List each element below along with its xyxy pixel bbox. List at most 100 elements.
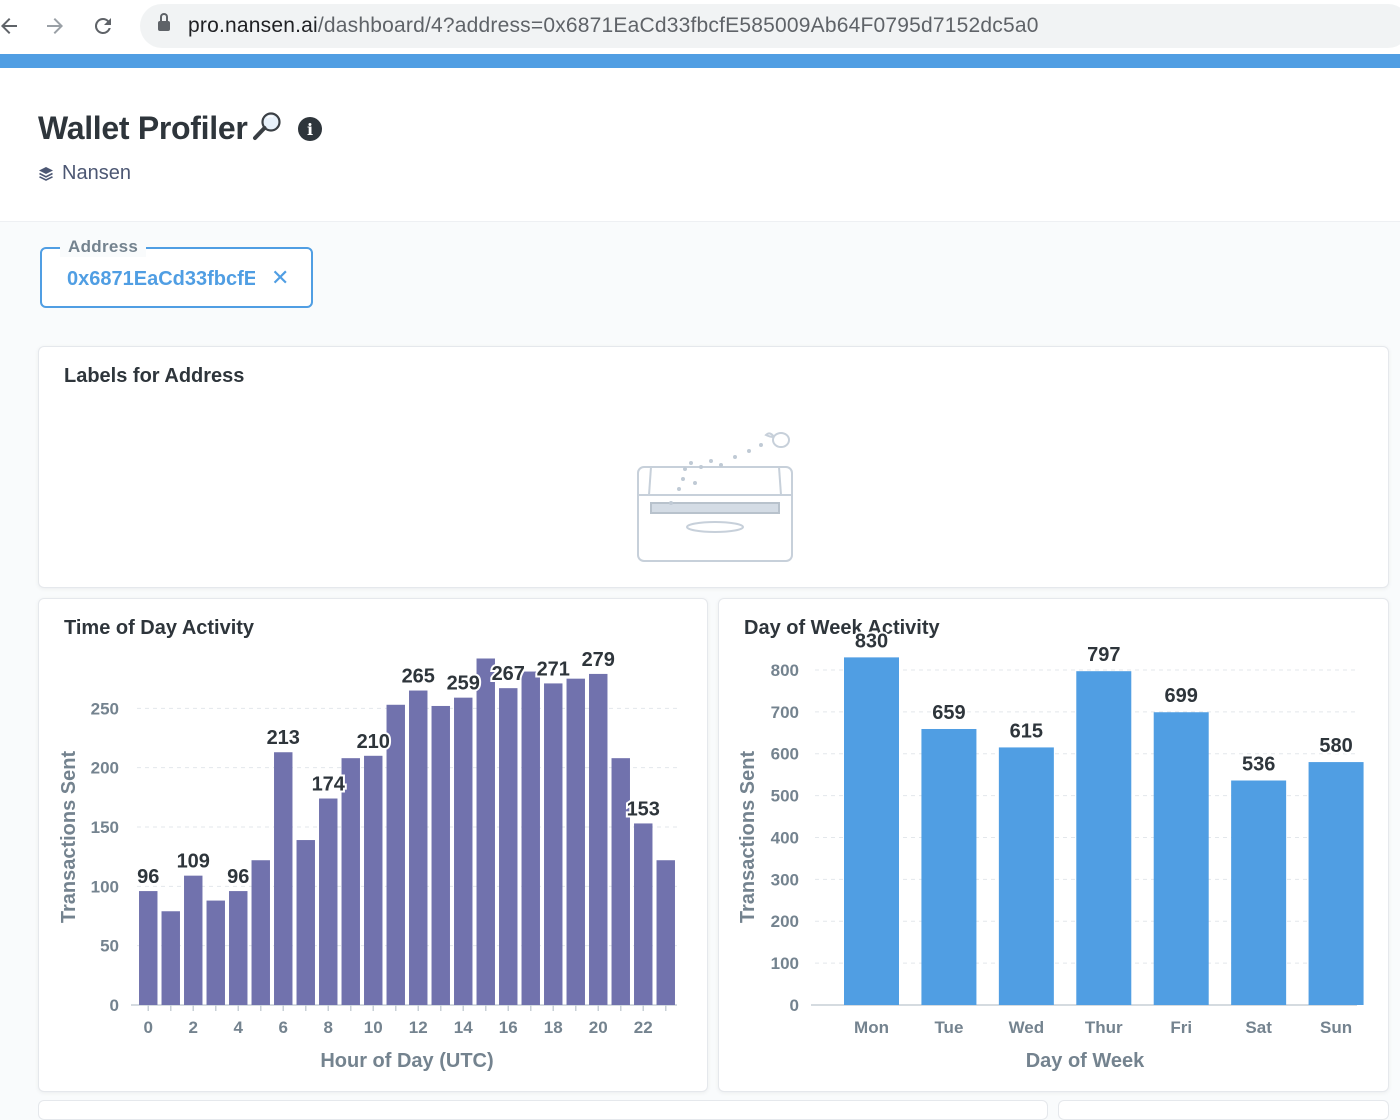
x-tick-label: 10 [364, 1018, 383, 1037]
browser-toolbar: pro.nansen.ai/dashboard/4?address=0x6871… [0, 0, 1400, 54]
x-tick-label: 20 [589, 1018, 608, 1037]
lock-icon [158, 13, 170, 32]
y-tick-label: 600 [771, 745, 799, 764]
time-bar [229, 891, 248, 1005]
time-bar [431, 705, 450, 1005]
time-bar [476, 658, 495, 1005]
data-label: 267 [492, 663, 525, 685]
data-label: 699 [1165, 685, 1198, 707]
address-filter[interactable]: Address 0x6871EaCd33fbcfE585009Ab64F0795… [40, 237, 313, 308]
data-label: 659 [932, 702, 965, 724]
x-axis-title: Hour of Day (UTC) [320, 1050, 493, 1072]
y-tick-label: 800 [771, 661, 799, 680]
data-label: 536 [1242, 754, 1275, 776]
x-tick-label: Sun [1320, 1018, 1352, 1037]
x-tick-label: Thur [1085, 1018, 1123, 1037]
y-tick-label: 150 [91, 818, 119, 837]
info-circle-icon[interactable]: i [298, 117, 322, 141]
filter-value[interactable]: 0x6871EaCd33fbcfE585009Ab64F0795d7152dc5… [67, 268, 255, 291]
x-tick-label: 12 [409, 1018, 428, 1037]
collection-link[interactable]: Nansen [38, 162, 131, 185]
page-title: Wallet Profiler [38, 110, 248, 146]
time-bar [499, 688, 518, 1005]
labels-card-title: Labels for Address [64, 365, 245, 387]
x-tick-label: 14 [454, 1018, 473, 1037]
data-label: 615 [1010, 720, 1043, 742]
time-bar [454, 697, 473, 1005]
time-bar [319, 798, 338, 1005]
data-label: 210 [357, 731, 390, 753]
day-bar [1153, 712, 1209, 1005]
time-bar [274, 752, 293, 1005]
y-tick-label: 200 [771, 912, 799, 931]
data-label: 265 [402, 666, 435, 688]
y-tick-label: 100 [91, 877, 119, 896]
time-bar [206, 900, 225, 1005]
labels-card: Labels for Address [38, 346, 1389, 588]
time-bar [409, 690, 428, 1005]
day-bar [1308, 762, 1364, 1005]
collection-name: Nansen [62, 162, 131, 184]
x-tick-label: 0 [144, 1018, 153, 1037]
data-label: 174 [312, 774, 346, 796]
x-tick-label: 4 [234, 1018, 244, 1037]
data-label: 797 [1087, 644, 1120, 666]
time-bar [589, 673, 608, 1005]
data-label: 580 [1319, 735, 1352, 757]
filter-label: Address [60, 237, 147, 257]
y-tick-label: 50 [100, 937, 119, 956]
time-bar [161, 911, 180, 1005]
y-axis-title: Transactions Sent [737, 751, 759, 924]
y-axis-title: Transactions Sent [58, 751, 80, 924]
back-arrow-icon[interactable] [0, 8, 24, 44]
address-bar[interactable]: pro.nansen.ai/dashboard/4?address=0x6871… [140, 4, 1400, 48]
time-bar [521, 671, 540, 1005]
loading-bar [0, 54, 1400, 68]
x-tick-label: 8 [324, 1018, 333, 1037]
forward-arrow-icon[interactable] [40, 8, 70, 44]
collection-layers-icon [39, 166, 53, 181]
x-tick-label: Sat [1245, 1018, 1272, 1037]
time-bar [296, 840, 315, 1005]
y-tick-label: 0 [110, 996, 119, 1015]
url-text: pro.nansen.ai/dashboard/4?address=0x6871… [188, 14, 1039, 37]
time-bar [634, 823, 653, 1005]
time-of-day-chart: 0 50 100 150 200 250 0 2 4 6 8 10 12 14 16 18 20 22 96 109 9… [58, 647, 677, 1072]
x-axis-title: Day of Week [1026, 1050, 1145, 1072]
time-bar [611, 758, 630, 1005]
next-card-top-right [1058, 1100, 1389, 1120]
reload-icon[interactable] [88, 8, 118, 44]
time-bar [656, 860, 675, 1005]
day-bar [844, 657, 899, 1005]
x-tick-label: Fri [1170, 1018, 1192, 1037]
data-label: 830 [855, 630, 888, 652]
day-bar [921, 728, 977, 1005]
data-label: 271 [537, 658, 570, 680]
dashboard-header: Wallet Profiler i Nansen [0, 68, 1400, 222]
data-label: 96 [227, 866, 249, 888]
data-label: 153 [627, 798, 660, 820]
data-label: 259 [447, 673, 480, 695]
next-card-top [38, 1100, 1048, 1120]
day-bar [1231, 780, 1287, 1005]
time-bar [566, 678, 585, 1005]
y-tick-label: 400 [771, 828, 799, 847]
time-bar [184, 875, 203, 1005]
time-bar [251, 860, 270, 1005]
data-label: 213 [267, 727, 300, 749]
day-of-week-card: Day of Week Activity 0 100 200 300 400 500 600… [718, 598, 1389, 1092]
magnifying-glass-icon [250, 110, 284, 144]
x-tick-label: 16 [499, 1018, 518, 1037]
x-tick-label: Mon [854, 1018, 889, 1037]
y-tick-label: 200 [91, 759, 119, 778]
x-tick-label: 2 [189, 1018, 198, 1037]
x-tick-label: Tue [934, 1018, 963, 1037]
y-tick-label: 250 [91, 699, 119, 718]
data-label: 96 [137, 866, 159, 888]
time-bar [544, 683, 563, 1005]
empty-box-illustration [637, 432, 793, 562]
y-tick-label: 100 [771, 954, 799, 973]
clear-filter-icon[interactable]: ✕ [271, 265, 289, 291]
time-of-day-card: Time of Day Activity 0 50 100 150 200 250 0 2 4 6… [38, 598, 708, 1092]
y-tick-label: 0 [790, 996, 799, 1015]
